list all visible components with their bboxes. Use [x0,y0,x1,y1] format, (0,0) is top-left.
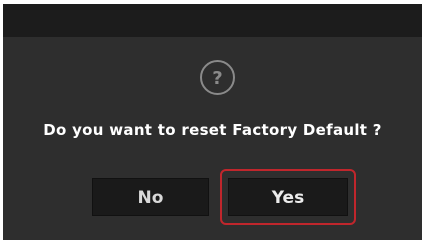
question-icon: ? [200,60,235,95]
screen: ? Do you want to reset Factory Default ?… [0,0,426,244]
question-icon-glyph: ? [212,68,222,89]
dialog-title-bar [3,4,422,37]
confirm-message: Do you want to reset Factory Default ? [43,121,382,139]
yes-button[interactable]: Yes [228,178,348,216]
no-button[interactable]: No [92,178,209,216]
reset-dialog: ? Do you want to reset Factory Default ?… [3,4,422,240]
